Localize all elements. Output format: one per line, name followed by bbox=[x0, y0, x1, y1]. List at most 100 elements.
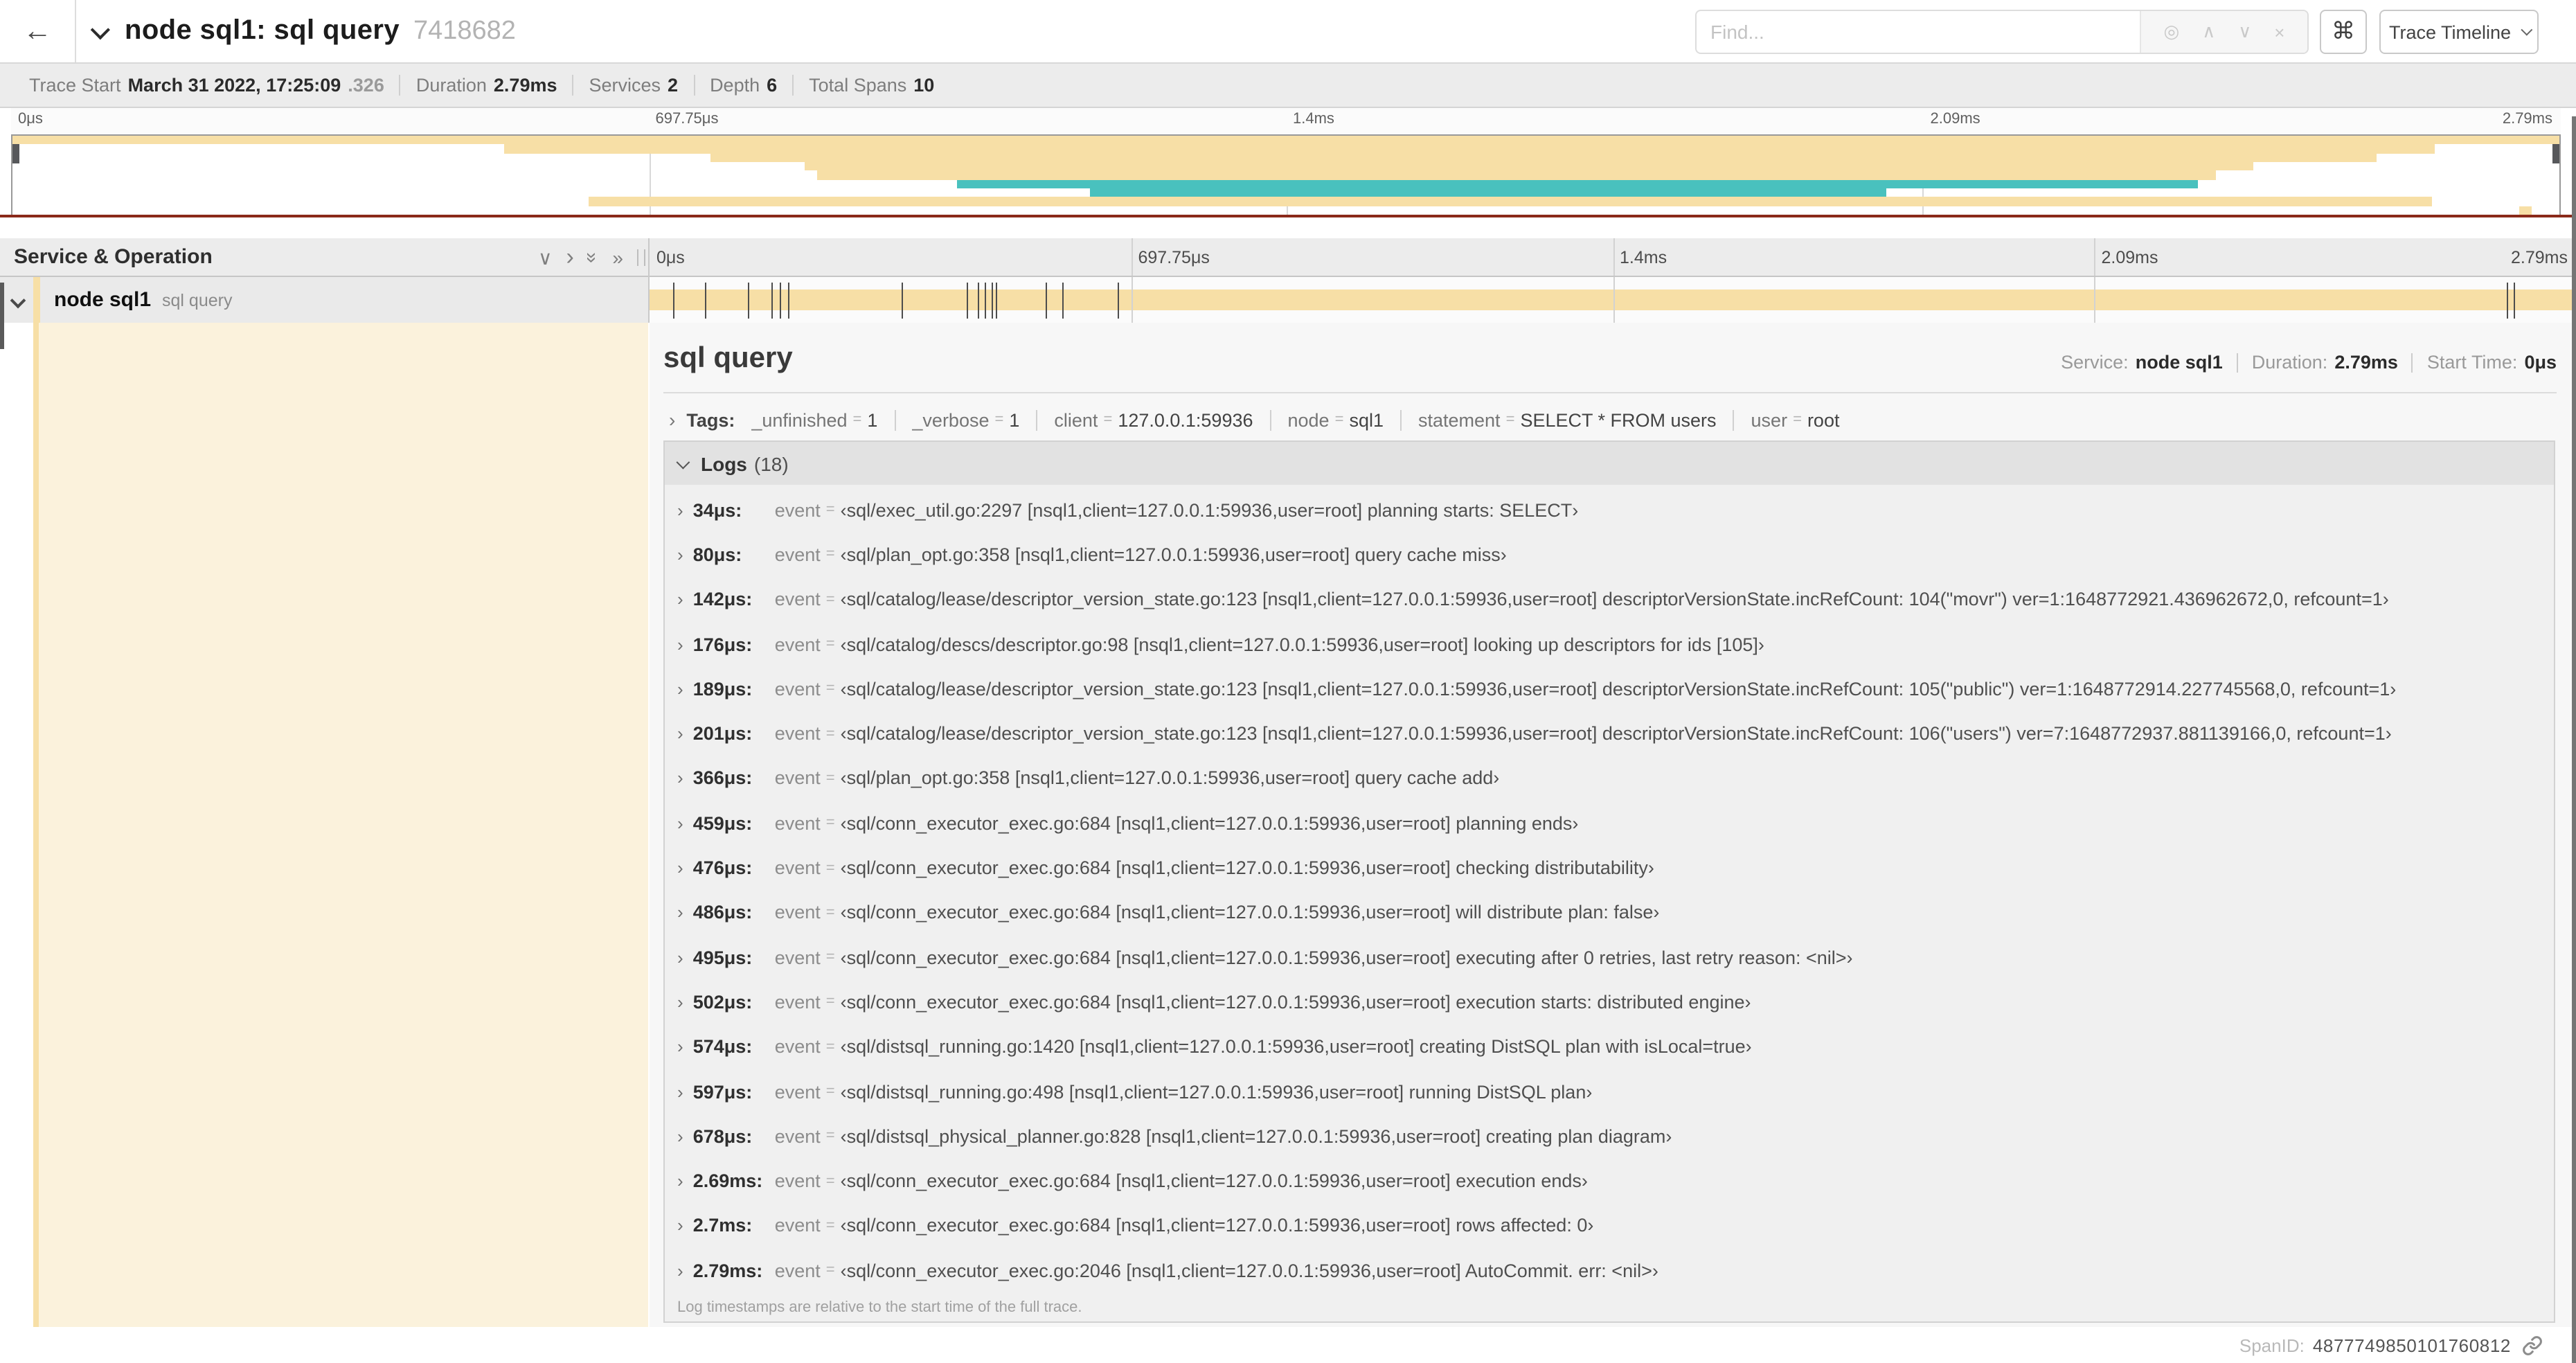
log-marker bbox=[2507, 282, 2509, 318]
chevron-right-icon: › bbox=[677, 947, 683, 968]
log-field-name: event bbox=[774, 544, 821, 565]
equals-sign: = bbox=[825, 591, 835, 608]
logs-header[interactable]: Logs (18) bbox=[665, 442, 2554, 485]
log-entry[interactable]: › 459μs: event = ‹sql/conn_executor_exec.go:… bbox=[665, 801, 2554, 846]
log-entry[interactable]: › 142μs: event = ‹sql/catalog/lease/descript… bbox=[665, 577, 2554, 622]
log-timestamp: 495μs: bbox=[692, 947, 753, 968]
chevron-right-icon: › bbox=[677, 1125, 683, 1147]
span-id-footer: SpanID: 4877749850101760812 bbox=[2239, 1330, 2543, 1360]
prev-match-icon[interactable]: ∧ bbox=[2202, 21, 2215, 43]
tag-value: 1 bbox=[867, 409, 878, 430]
equals-sign: = bbox=[825, 949, 835, 966]
equals-sign: = bbox=[825, 546, 835, 563]
logs-footer-note: Log timestamps are relative to the start… bbox=[677, 1299, 1082, 1317]
log-value: ‹sql/conn_executor_exec.go:684 [nsql1,cl… bbox=[840, 991, 1751, 1013]
log-timestamp: 597μs: bbox=[692, 1081, 753, 1102]
log-entry[interactable]: › 176μs: event = ‹sql/catalog/descs/descript… bbox=[665, 622, 2554, 667]
log-value: ‹sql/conn_executor_exec.go:684 [nsql1,cl… bbox=[840, 1215, 1594, 1236]
tag-item: user = root bbox=[1733, 409, 1857, 430]
log-entry[interactable]: › 678μs: event = ‹sql/distsql_physical_plann… bbox=[665, 1114, 2554, 1159]
logs-title: Logs bbox=[701, 452, 747, 474]
gridline bbox=[1131, 238, 1133, 276]
find-controls: ◎ ∧ ∨ × bbox=[2140, 11, 2307, 53]
tag-key: client bbox=[1054, 409, 1098, 430]
find-input[interactable] bbox=[1697, 11, 2140, 53]
span-detail-meta: Service: node sql1 Duration: 2.79ms Start … bbox=[2061, 352, 2557, 373]
trace-collapse-chevron-icon[interactable] bbox=[90, 19, 110, 39]
equals-sign: = bbox=[825, 769, 835, 787]
log-value: ‹sql/catalog/lease/descriptor_version_st… bbox=[840, 723, 2392, 745]
log-entry[interactable]: › 502μs: event = ‹sql/conn_executor_exec.go:… bbox=[665, 980, 2554, 1025]
log-value: ‹sql/conn_executor_exec.go:684 [nsql1,cl… bbox=[840, 947, 1853, 968]
log-marker bbox=[1046, 282, 1048, 318]
tags-accordion[interactable]: › Tags: _unfinished = 1 _verbose = 1 client = 12… bbox=[669, 404, 1856, 435]
log-entry[interactable]: › 201μs: event = ‹sql/catalog/lease/descript… bbox=[665, 711, 2554, 756]
clear-find-icon[interactable]: × bbox=[2274, 21, 2284, 42]
log-entry[interactable]: › 80μs: event = ‹sql/plan_opt.go:358 [nsql1,… bbox=[665, 533, 2554, 578]
trace-summary-bar: Trace Start March 31 2022, 17:25:09.326 D… bbox=[0, 64, 2576, 108]
detail-divider bbox=[663, 392, 2557, 393]
equals-sign: = bbox=[1505, 411, 1515, 428]
log-marker bbox=[991, 282, 993, 318]
next-match-icon[interactable]: ∨ bbox=[2238, 21, 2251, 43]
minimap-span-bar bbox=[710, 153, 2377, 162]
log-entry[interactable]: › 366μs: event = ‹sql/plan_opt.go:358 [nsql1… bbox=[665, 756, 2554, 801]
keyboard-shortcuts-button[interactable]: ⌘ bbox=[2320, 10, 2367, 54]
equals-sign: = bbox=[825, 1038, 835, 1055]
gridline bbox=[1613, 238, 1614, 276]
summary-depth: Depth 6 bbox=[693, 75, 792, 96]
equals-sign: = bbox=[825, 904, 835, 921]
gridline bbox=[1613, 277, 1614, 323]
chevron-right-icon: › bbox=[677, 902, 683, 923]
log-entry[interactable]: › 2.79ms: event = ‹sql/conn_executor_exec.go… bbox=[665, 1248, 2554, 1293]
log-timestamp: 176μs: bbox=[692, 634, 753, 655]
log-entry[interactable]: › 574μs: event = ‹sql/distsql_running.go:142… bbox=[665, 1024, 2554, 1069]
expand-all-icon[interactable]: » bbox=[612, 247, 623, 267]
log-marker bbox=[771, 282, 773, 318]
span-collapse-chevron-icon[interactable] bbox=[10, 292, 26, 308]
log-marker bbox=[966, 282, 968, 318]
log-marker bbox=[788, 282, 790, 318]
log-entry[interactable]: › 597μs: event = ‹sql/distsql_running.go:498… bbox=[665, 1069, 2554, 1114]
service-operation-title: Service & Operation bbox=[14, 245, 213, 269]
trace-minimap[interactable] bbox=[11, 134, 2561, 215]
log-entry[interactable]: › 486μs: event = ‹sql/conn_executor_exec.go:… bbox=[665, 890, 2554, 935]
equals-sign: = bbox=[825, 814, 835, 832]
locate-icon[interactable]: ◎ bbox=[2164, 21, 2180, 43]
expand-one-level-icon[interactable]: › bbox=[566, 245, 573, 269]
tag-value: 1 bbox=[1009, 409, 1020, 430]
meta-duration-value: 2.79ms bbox=[2334, 352, 2398, 373]
timeline-tick-label: 2.79ms bbox=[2502, 111, 2552, 127]
equals-sign: = bbox=[825, 859, 835, 877]
log-timestamp: 2.7ms: bbox=[692, 1215, 753, 1236]
log-entry[interactable]: › 495μs: event = ‹sql/conn_executor_exec.go:… bbox=[665, 935, 2554, 980]
log-entry[interactable]: › 189μs: event = ‹sql/catalog/lease/descript… bbox=[665, 666, 2554, 711]
span-bar-cell[interactable] bbox=[650, 277, 2576, 323]
chevron-down-icon bbox=[2521, 24, 2533, 36]
log-entry[interactable]: › 2.7ms: event = ‹sql/conn_executor_exec.go:… bbox=[665, 1204, 2554, 1249]
log-field-name: event bbox=[774, 812, 821, 834]
log-entry[interactable]: › 476μs: event = ‹sql/conn_executor_exec.go:… bbox=[665, 846, 2554, 891]
span-id-value: 4877749850101760812 bbox=[2312, 1335, 2511, 1355]
link-icon[interactable] bbox=[2522, 1335, 2543, 1355]
gridline bbox=[2094, 277, 2096, 323]
span-detail-left-fill bbox=[33, 323, 648, 1327]
vertical-scrollbar[interactable] bbox=[2571, 116, 2576, 1363]
span-name-cell[interactable]: node sql1 sql query bbox=[0, 277, 648, 323]
tag-item: _verbose = 1 bbox=[894, 409, 1036, 430]
log-field-name: event bbox=[774, 767, 821, 789]
chevron-right-icon: › bbox=[677, 1081, 683, 1102]
log-entry[interactable]: › 34μs: event = ‹sql/exec_util.go:2297 [nsql… bbox=[665, 488, 2554, 533]
back-arrow-icon: ← bbox=[23, 15, 52, 46]
log-timestamp: 574μs: bbox=[692, 1036, 753, 1058]
column-resizer-grip[interactable] bbox=[637, 249, 645, 266]
collapse-all-icon[interactable]: » bbox=[582, 251, 605, 262]
timeline-tick-label: 1.4ms bbox=[1293, 111, 1334, 127]
span-tree-scrollbar[interactable] bbox=[0, 283, 3, 349]
log-field-name: event bbox=[774, 1036, 821, 1058]
back-button[interactable]: ← bbox=[0, 0, 76, 62]
log-entry[interactable]: › 2.69ms: event = ‹sql/conn_executor_exec.go… bbox=[665, 1159, 2554, 1204]
equals-sign: = bbox=[825, 680, 835, 697]
collapse-one-level-icon[interactable]: ∨ bbox=[538, 247, 553, 267]
trace-view-selector[interactable]: Trace Timeline bbox=[2379, 10, 2539, 54]
